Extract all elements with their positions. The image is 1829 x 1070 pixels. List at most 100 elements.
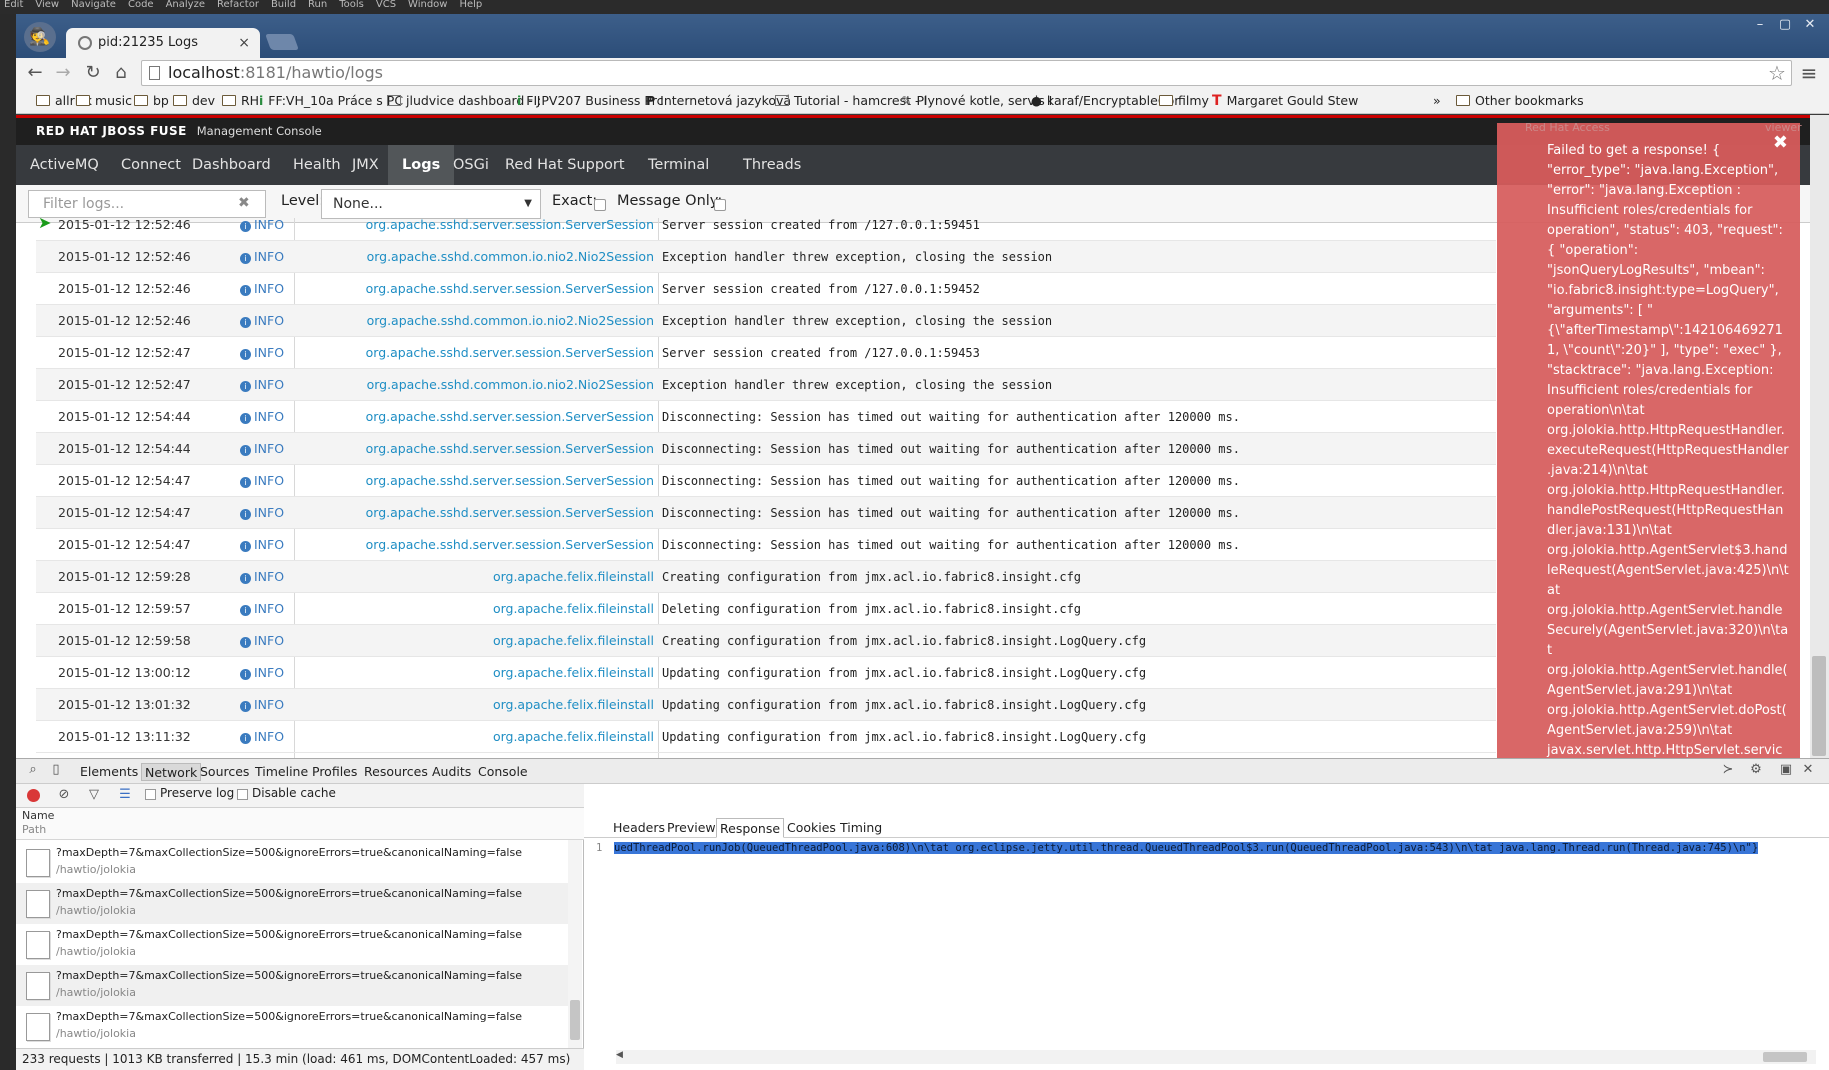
response-body[interactable]: uedThreadPool.runJob(QueuedThreadPool.ja…	[614, 840, 1819, 856]
os-menu-item[interactable]: Window	[408, 0, 447, 10]
list-view-icon[interactable]: ☰	[117, 787, 133, 803]
bookmark-item[interactable]: P Internetová jazyková	[646, 91, 791, 111]
os-menu-item[interactable]: Navigate	[71, 0, 116, 10]
detail-tab-preview[interactable]: Preview	[664, 818, 719, 838]
log-logger[interactable]: org.apache.felix.fileinstall	[296, 657, 654, 689]
log-logger[interactable]: org.apache.sshd.server.session.ServerSes…	[296, 273, 654, 305]
devtools-tab-timeline[interactable]: Timeline	[255, 763, 308, 781]
log-row[interactable]: 2015-01-12 13:01:32 i INFO org.apache.felix…	[36, 689, 1496, 721]
devtools-tab-console[interactable]: Console	[478, 763, 528, 781]
log-row[interactable]: 2015-01-12 12:54:47 i INFO org.apache.sshd.…	[36, 465, 1496, 497]
bookmark-item[interactable]: ✎ Plynové kotle, servis I	[901, 91, 1052, 111]
maximize-icon[interactable]: ▢	[1775, 16, 1795, 34]
log-logger[interactable]: org.apache.felix.fileinstall	[296, 625, 654, 657]
os-menu-item[interactable]: View	[35, 0, 59, 10]
request-row[interactable]: ?maxDepth=7&maxCollectionSize=500&ignore…	[16, 965, 568, 1006]
devtools-tab-elements[interactable]: Elements	[80, 763, 138, 781]
log-row[interactable]: 2015-01-12 12:54:47 i INFO org.apache.sshd.…	[36, 497, 1496, 529]
bookmark-item[interactable]: bp	[134, 91, 169, 111]
window-close-icon[interactable]: ✕	[1800, 16, 1820, 34]
log-row[interactable]: 2015-01-12 12:59:58 i INFO org.apache.felix…	[36, 625, 1496, 657]
devtools-tab-sources[interactable]: Sources	[200, 763, 249, 781]
log-row[interactable]: 2015-01-12 12:52:46 i INFO org.apache.sshd.…	[36, 273, 1496, 305]
forward-icon[interactable]: →	[50, 60, 76, 86]
user-menu[interactable]: viewer	[1765, 121, 1802, 134]
reload-icon[interactable]: ↻	[80, 60, 106, 86]
os-menu-item[interactable]: Help	[459, 0, 482, 10]
bookmark-item[interactable]: i FF:VH_10a Práce s PC	[259, 91, 403, 111]
nav-tab-red-hat-support[interactable]: Red Hat Support	[491, 145, 639, 185]
os-menu-item[interactable]: Code	[128, 0, 154, 10]
log-row[interactable]: 2015-01-12 12:52:46 i INFO org.apache.sshd.…	[36, 305, 1496, 337]
record-icon[interactable]	[27, 789, 40, 802]
disable-cache-checkbox[interactable]	[237, 789, 248, 800]
red-hat-access-menu[interactable]: Red Hat Access	[1525, 121, 1610, 134]
log-logger[interactable]: org.apache.felix.fileinstall	[296, 561, 654, 593]
bookmark-item[interactable]: T Margaret Gould Stew	[1212, 91, 1358, 111]
os-menu-item[interactable]: VCS	[376, 0, 396, 10]
detail-tab-response[interactable]: Response	[716, 818, 785, 838]
devtools-close-icon[interactable]: ✕	[1800, 762, 1816, 778]
clear-filter-icon[interactable]: ✖	[238, 196, 252, 210]
log-logger[interactable]: org.apache.sshd.common.io.nio2.Nio2Sessi…	[296, 305, 654, 337]
console-drawer-icon[interactable]: ≻	[1720, 762, 1736, 778]
new-tab-button[interactable]	[265, 34, 299, 50]
bookmark-item[interactable]: ● karaf/EncryptableCor	[1031, 91, 1179, 111]
preserve-log-checkbox[interactable]	[145, 789, 156, 800]
log-logger[interactable]: org.apache.sshd.common.io.nio2.Nio2Sessi…	[296, 369, 654, 401]
device-mode-icon[interactable]: ▯	[48, 762, 64, 778]
toast-close-icon[interactable]: ✖	[1773, 133, 1788, 153]
log-row[interactable]: 2015-01-12 12:52:46 i INFO org.apache.sshd.…	[36, 241, 1496, 273]
log-logger[interactable]: org.apache.sshd.server.session.ServerSes…	[296, 529, 654, 561]
gear-icon[interactable]: ⚙	[1748, 762, 1764, 778]
devtools-tab-profiles[interactable]: Profiles	[312, 763, 357, 781]
message-only-checkbox[interactable]	[714, 199, 726, 211]
log-row[interactable]: 2015-01-12 13:00:12 i INFO org.apache.felix…	[36, 657, 1496, 689]
chrome-menu-icon[interactable]: ≡	[1796, 60, 1822, 86]
log-logger[interactable]: org.apache.sshd.server.session.ServerSes…	[296, 401, 654, 433]
log-row[interactable]: 2015-01-12 12:54:44 i INFO org.apache.sshd.…	[36, 433, 1496, 465]
log-row[interactable]: 2015-01-12 12:59:57 i INFO org.apache.felix…	[36, 593, 1496, 625]
log-logger[interactable]: org.apache.sshd.server.session.ServerSes…	[296, 218, 654, 241]
log-row[interactable]: 2015-01-12 13:11:32 i INFO org.apache.felix…	[36, 721, 1496, 753]
log-logger[interactable]: org.apache.sshd.server.session.ServerSes…	[296, 465, 654, 497]
scroll-left-icon[interactable]: ◀	[616, 1050, 623, 1060]
os-menu-item[interactable]: Tools	[339, 0, 364, 10]
response-hscrollbar[interactable]	[616, 1050, 1816, 1064]
browser-tab[interactable]: pid:21235 Logs ×	[66, 28, 260, 58]
filter-icon[interactable]: ▽	[86, 787, 102, 803]
level-select[interactable]: None... ▼	[321, 189, 541, 219]
os-menu-item[interactable]: Build	[271, 0, 296, 10]
request-row[interactable]: ?maxDepth=7&maxCollectionSize=500&ignore…	[16, 842, 568, 883]
devtools-tab-resources[interactable]: Resources	[364, 763, 428, 781]
detail-tab-timing[interactable]: Timing	[837, 818, 885, 838]
log-row[interactable]: 2015-01-12 12:54:47 i INFO org.apache.sshd.…	[36, 529, 1496, 561]
request-column-header[interactable]: Name Path	[16, 808, 584, 840]
nav-tab-activemq[interactable]: ActiveMQ	[16, 145, 113, 185]
tab-close-icon[interactable]: ×	[238, 28, 250, 58]
filter-logs-input[interactable]: Filter logs...	[28, 190, 266, 218]
response-hscroll-thumb[interactable]	[1763, 1052, 1807, 1062]
exact-checkbox[interactable]	[594, 199, 606, 211]
os-menu-item[interactable]: Run	[308, 0, 327, 10]
os-menu-item[interactable]: Edit	[4, 0, 23, 10]
log-row[interactable]: 2015-01-12 12:59:28 i INFO org.apache.felix…	[36, 561, 1496, 593]
devtools-tab-network[interactable]: Network	[141, 763, 202, 781]
request-row[interactable]: ?maxDepth=7&maxCollectionSize=500&ignore…	[16, 883, 568, 924]
page-scrollbar-thumb[interactable]	[1812, 656, 1826, 756]
log-logger[interactable]: org.apache.felix.fileinstall	[296, 593, 654, 625]
log-row[interactable]: 2015-01-12 12:52:46 i INFO org.apache.sshd.…	[36, 218, 1496, 241]
bookmark-item[interactable]: music	[76, 91, 132, 111]
request-row[interactable]: ?maxDepth=7&maxCollectionSize=500&ignore…	[16, 1006, 568, 1047]
log-logger[interactable]: org.apache.felix.fileinstall	[296, 721, 654, 753]
log-logger[interactable]: org.apache.sshd.server.session.ServerSes…	[296, 337, 654, 369]
log-row[interactable]: 2015-01-12 12:54:44 i INFO org.apache.sshd.…	[36, 401, 1496, 433]
log-row[interactable]: 2015-01-12 12:52:47 i INFO org.apache.sshd.…	[36, 337, 1496, 369]
request-row[interactable]: ?maxDepth=7&maxCollectionSize=500&ignore…	[16, 924, 568, 965]
home-icon[interactable]: ⌂	[108, 60, 134, 86]
bookmark-item[interactable]: i FI:PV207 Business Prc	[517, 91, 663, 111]
nav-tab-terminal[interactable]: Terminal	[634, 145, 723, 185]
back-icon[interactable]: ←	[22, 60, 48, 86]
detail-tab-cookies[interactable]: Cookies	[784, 818, 839, 838]
os-menu-item[interactable]: Analyze	[166, 0, 205, 10]
